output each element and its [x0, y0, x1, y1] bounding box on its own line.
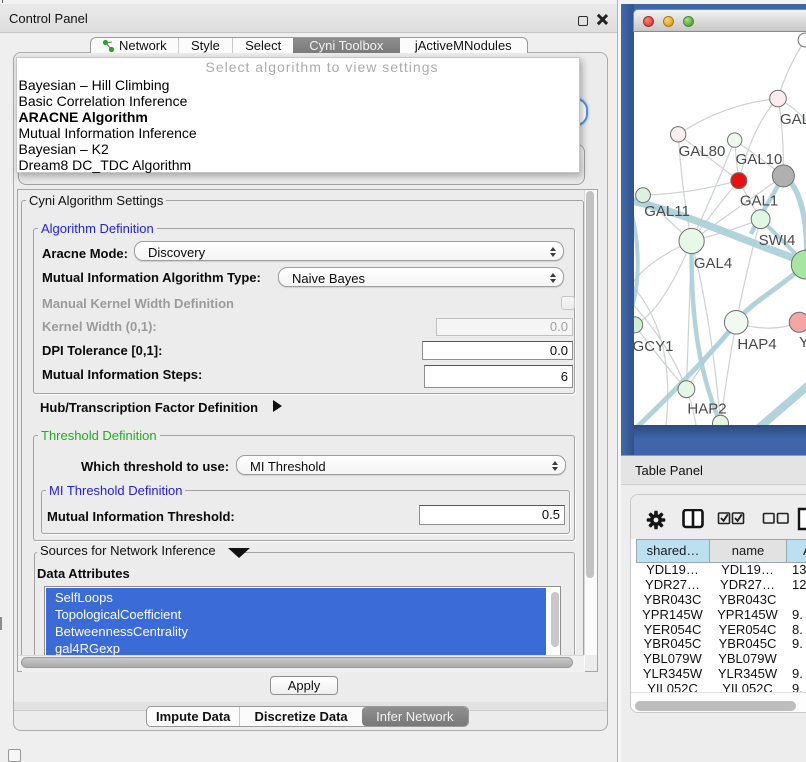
svg-text:GAL11: GAL11: [644, 203, 690, 220]
svg-text:GAL4: GAL4: [694, 255, 732, 272]
svg-text:HAP2: HAP2: [687, 401, 726, 418]
svg-text:YJ: YJ: [799, 334, 806, 351]
svg-text:GAL80: GAL80: [679, 143, 726, 160]
svg-text:HAP4: HAP4: [737, 336, 776, 353]
svg-text:SWI4: SWI4: [759, 232, 796, 249]
svg-text:GAL10: GAL10: [736, 151, 783, 168]
svg-text:GCY1: GCY1: [634, 338, 673, 355]
svg-text:GAL1: GAL1: [740, 193, 778, 210]
svg-text:GAL7: GAL7: [780, 111, 806, 128]
